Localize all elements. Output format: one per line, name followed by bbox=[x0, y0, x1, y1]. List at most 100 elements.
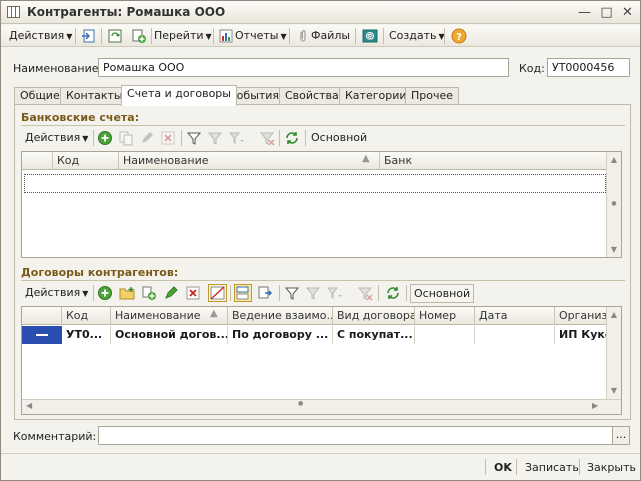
hierarchy-icon[interactable] bbox=[257, 285, 273, 301]
edit-icon[interactable] bbox=[139, 130, 155, 146]
help-icon[interactable]: ? bbox=[451, 28, 467, 44]
create-menu-label: Создать bbox=[389, 29, 437, 42]
svg-text:?: ? bbox=[456, 32, 462, 43]
contracts-col-conduct[interactable]: Ведение взаимо... bbox=[228, 307, 333, 325]
copy-icon[interactable] bbox=[118, 130, 134, 146]
cell-number bbox=[415, 326, 475, 344]
bank-actions-menu[interactable]: Действия ▼ bbox=[25, 129, 88, 147]
copy-contract-icon[interactable] bbox=[141, 285, 157, 301]
save-button[interactable]: Записать bbox=[525, 459, 579, 476]
minimize-icon[interactable]: — bbox=[576, 4, 593, 21]
tab-properties[interactable]: Свойства bbox=[279, 87, 345, 105]
bank-col-bank[interactable]: Банк bbox=[380, 152, 608, 170]
tab-general[interactable]: Общие bbox=[14, 87, 66, 105]
contracts-actions-menu[interactable]: Действия ▼ bbox=[25, 284, 88, 302]
contracts-grid-header: Код Наименование ▲ Ведение взаимо... Вид… bbox=[22, 307, 608, 325]
contract-row-icon bbox=[36, 334, 48, 336]
bank-grid-header: Код Наименование ▲ Банк bbox=[22, 152, 608, 170]
scroll-right-icon[interactable]: ▶ bbox=[592, 401, 598, 410]
contracts-scroll-down-icon[interactable]: ▼ bbox=[607, 383, 621, 398]
tab-panel: Банковские счета: Действия ▼ Основной Код… bbox=[14, 104, 631, 420]
contracts-col-kind[interactable]: Вид договора bbox=[333, 307, 415, 325]
delete-contract-icon[interactable] bbox=[185, 285, 201, 301]
contracts-refresh-icon[interactable] bbox=[385, 285, 401, 301]
reports-menu[interactable]: Отчеты ▼ bbox=[235, 27, 287, 45]
clear-filter-icon[interactable] bbox=[259, 130, 275, 146]
paperclip-icon[interactable] bbox=[295, 28, 311, 44]
ok-button[interactable]: OK bbox=[494, 459, 512, 476]
contracts-clear-filter-icon[interactable] bbox=[357, 285, 373, 301]
bank-col-name[interactable]: Наименование bbox=[119, 152, 380, 170]
refresh-form-icon[interactable] bbox=[107, 28, 123, 44]
contracts-col-org[interactable]: Организ bbox=[555, 307, 608, 325]
create-menu[interactable]: Создать ▼ bbox=[389, 27, 445, 45]
maximize-icon[interactable]: □ bbox=[598, 4, 615, 21]
table-row[interactable]: УТ0... Основной догов... По договору ...… bbox=[22, 326, 608, 344]
contracts-main-button[interactable]: Основной bbox=[410, 284, 475, 303]
contracts-scroll-up-icon[interactable]: ▲ bbox=[607, 307, 621, 322]
set-main-icon[interactable] bbox=[234, 284, 252, 302]
filter-off-icon[interactable] bbox=[207, 130, 223, 146]
mark-deletion-icon[interactable] bbox=[208, 284, 227, 302]
close-button[interactable]: Закрыть bbox=[587, 459, 636, 476]
contracts-filter-icon[interactable] bbox=[284, 285, 300, 301]
add-contract-icon[interactable] bbox=[97, 285, 113, 301]
contracts-hscroll[interactable]: ◀ ● ▶ bbox=[22, 399, 621, 414]
email-icon[interactable]: @ bbox=[362, 28, 378, 44]
files-button[interactable]: Файлы bbox=[311, 27, 350, 45]
window-title: Контрагенты: Ромашка ООО bbox=[27, 5, 226, 19]
goto-menu[interactable]: Перейти ▼ bbox=[154, 27, 212, 45]
add-folder-icon[interactable] bbox=[119, 285, 135, 301]
tab-other[interactable]: Прочее bbox=[405, 87, 460, 105]
edit-contract-icon[interactable] bbox=[163, 285, 179, 301]
contracts-filter-off-icon[interactable] bbox=[305, 285, 321, 301]
bank-grid-scrollbar[interactable]: ▲ ● ▼ bbox=[606, 152, 621, 257]
main-toolbar: Действия ▼ Перейти ▼ Отчеты ▼ Файлы @ Созда… bbox=[1, 25, 640, 47]
bank-col-marker bbox=[22, 152, 53, 170]
comment-select-button[interactable]: ... bbox=[612, 426, 630, 445]
title-bar: Контрагенты: Ромашка ООО — □ ✕ bbox=[1, 1, 640, 24]
bank-actions-label: Действия bbox=[25, 131, 81, 144]
add-icon[interactable] bbox=[97, 130, 113, 146]
exit-list-icon[interactable] bbox=[81, 28, 97, 44]
cell-name: Основной догов... bbox=[111, 326, 228, 344]
bank-accounts-grid[interactable]: Код Наименование ▲ Банк ▲ ● ▼ bbox=[21, 151, 622, 258]
reports-icon[interactable] bbox=[218, 28, 234, 44]
hscroll-thumb[interactable]: ● bbox=[298, 400, 303, 407]
row-marker bbox=[22, 326, 62, 344]
contracts-filter-list-icon[interactable] bbox=[326, 285, 342, 301]
filter-icon[interactable] bbox=[186, 130, 202, 146]
catalog-icon bbox=[7, 6, 20, 18]
contracts-toolbar: Действия ▼ Основной bbox=[21, 283, 625, 303]
cell-date bbox=[475, 326, 555, 344]
scroll-down-icon[interactable]: ▼ bbox=[607, 242, 621, 257]
cell-conduct: По договору ... bbox=[228, 326, 333, 344]
scroll-up-icon[interactable]: ▲ bbox=[607, 152, 621, 167]
sort-icon: ▲ bbox=[362, 153, 370, 164]
actions-menu-label: Действия bbox=[9, 29, 65, 42]
goto-menu-label: Перейти bbox=[154, 29, 204, 42]
bank-empty-row[interactable] bbox=[24, 174, 606, 193]
name-field[interactable]: Ромашка ООО bbox=[98, 58, 509, 77]
comment-field[interactable] bbox=[98, 426, 613, 445]
cell-kind: С покупат... bbox=[333, 326, 415, 344]
bank-col-code[interactable]: Код bbox=[53, 152, 119, 170]
filter-list-icon[interactable] bbox=[228, 130, 244, 146]
scroll-thumb[interactable]: ● bbox=[607, 196, 621, 211]
contracts-vscroll[interactable]: ▲ ▼ bbox=[606, 307, 621, 399]
code-field[interactable]: УТ0000456 bbox=[547, 58, 630, 77]
close-icon[interactable]: ✕ bbox=[619, 4, 636, 21]
refresh-icon[interactable] bbox=[284, 130, 300, 146]
delete-icon[interactable] bbox=[160, 130, 176, 146]
contracts-col-code[interactable]: Код bbox=[62, 307, 111, 325]
tab-categories[interactable]: Категории bbox=[339, 87, 413, 105]
copy-object-icon[interactable] bbox=[131, 28, 147, 44]
bank-main-button[interactable]: Основной bbox=[311, 129, 367, 147]
contracts-grid[interactable]: Код Наименование ▲ Ведение взаимо... Вид… bbox=[21, 306, 622, 415]
tab-accounts-contracts[interactable]: Счета и договоры bbox=[121, 85, 237, 106]
contracts-col-number[interactable]: Номер bbox=[415, 307, 475, 325]
tab-contacts[interactable]: Контакты bbox=[60, 87, 129, 105]
actions-menu[interactable]: Действия ▼ bbox=[9, 27, 72, 45]
contracts-col-date[interactable]: Дата bbox=[475, 307, 555, 325]
scroll-left-icon[interactable]: ◀ bbox=[26, 401, 32, 410]
